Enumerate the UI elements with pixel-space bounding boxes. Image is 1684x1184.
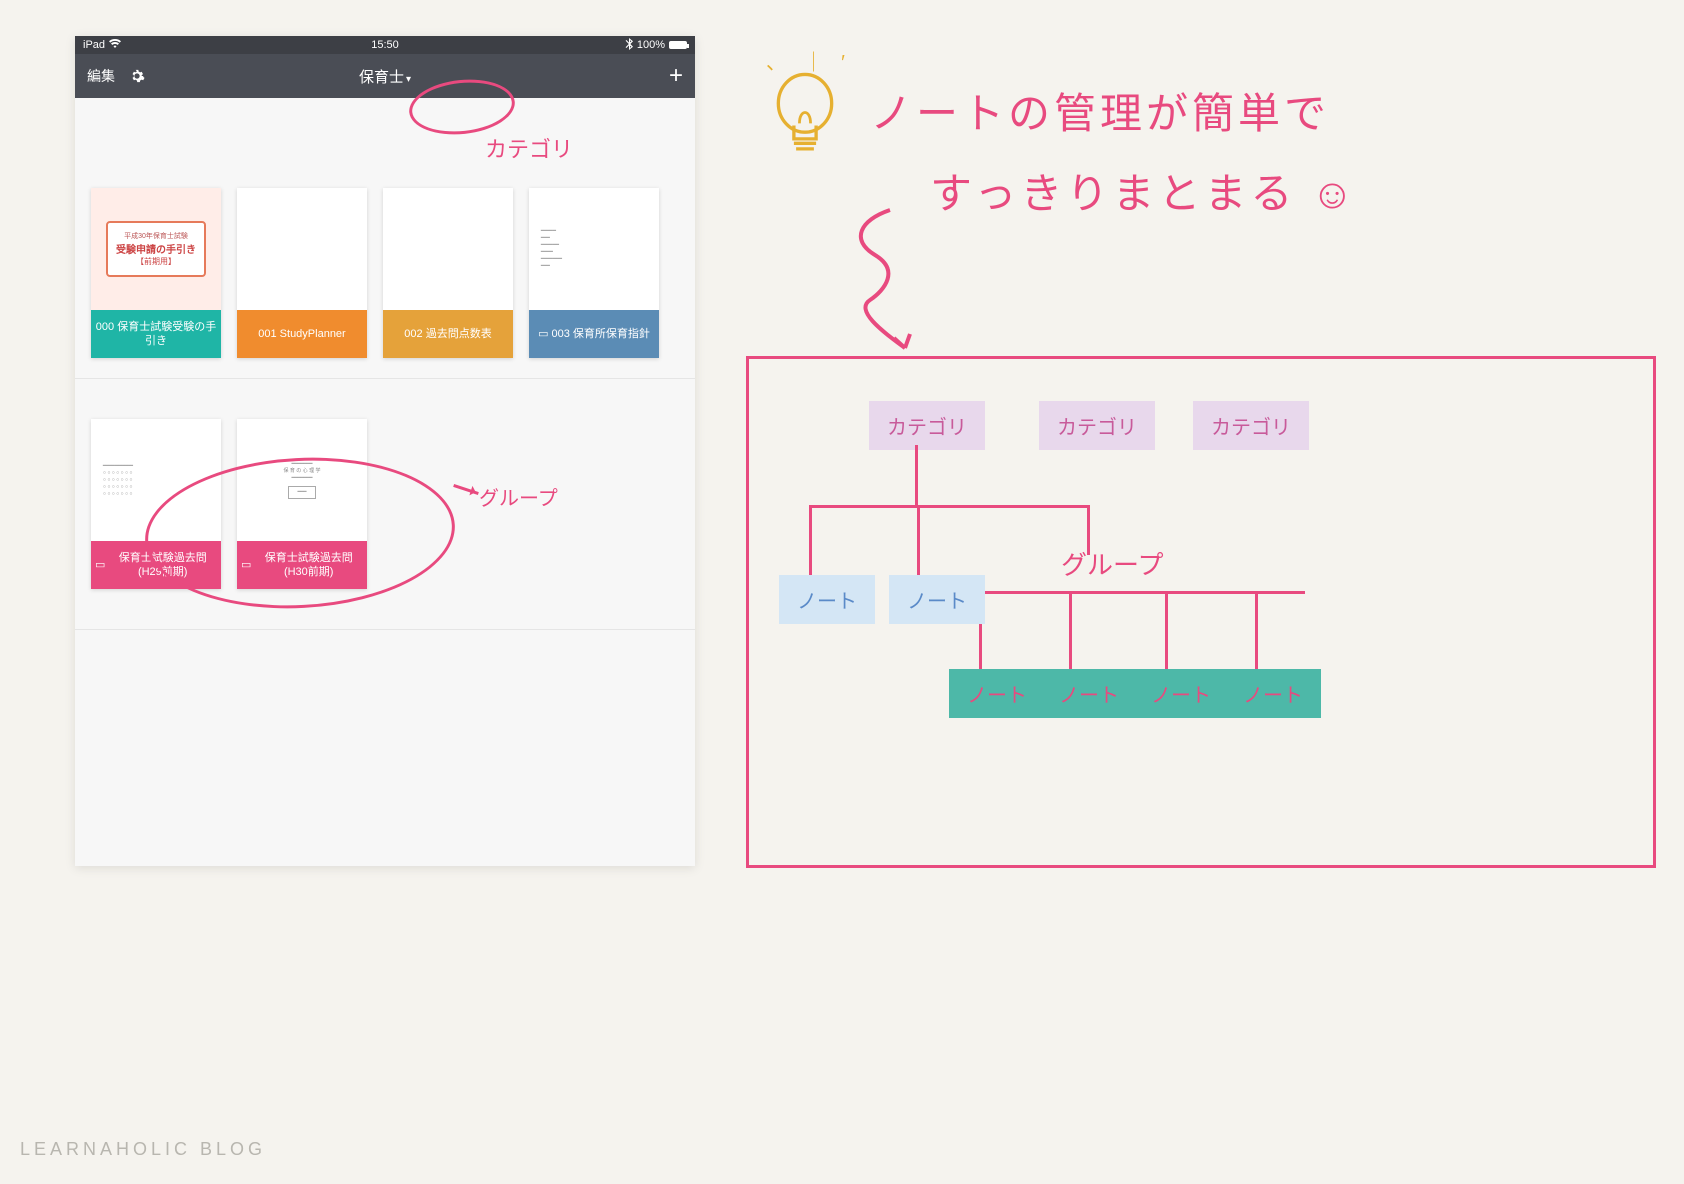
diagram-note-tag: ノート [1133, 669, 1229, 718]
annotation-category-label: カテゴリ [485, 132, 573, 164]
watermark-text: LEARNAHOLIC BLOG [20, 1139, 266, 1160]
note-folder-card[interactable]: ━━━━━━━保 育 の 心 理 学━━━━━━━━━━ ▭保育士試験過去問(H… [237, 419, 367, 589]
diagram-category-tag: カテゴリ [1193, 401, 1309, 450]
annotation-group-label: グループ [479, 482, 558, 511]
diagram-note-tag: ノート [1041, 669, 1137, 718]
edit-button[interactable]: 編集 [87, 66, 115, 86]
category-title: 保育士 [359, 69, 404, 86]
app-toolbar: 編集 保育士▾ + [75, 54, 695, 98]
note-cover: ━━━━━━━━━━━━━━━━━━━━━━━━━━━━ [529, 188, 659, 310]
note-cover: ━━━━━━━保 育 の 心 理 学━━━━━━━━━━ [237, 419, 367, 541]
note-label: 002 過去問点数表 [383, 310, 513, 358]
cover-title: 受験申請の手引き [112, 241, 200, 256]
swirl-arrow-icon [820, 200, 930, 360]
battery-pct: 100% [637, 39, 665, 51]
note-cover [383, 188, 513, 310]
note-card[interactable]: 002 過去問点数表 [383, 188, 513, 358]
bluetooth-icon [625, 38, 633, 53]
wifi-icon [109, 39, 121, 52]
lightbulb-icon [770, 70, 840, 170]
note-label: ▭保育士試験過去問(H29前期) [91, 541, 221, 589]
chevron-down-icon: ▾ [406, 74, 411, 85]
notes-shelf-1: 平成30年保育士試験 受験申請の手引き 【前期用】 000 保育士試験受験の手引… [75, 98, 695, 379]
headline-line1: ノートの管理が簡単で [870, 80, 1330, 141]
note-label: ▭保育士試験過去問(H30前期) [237, 541, 367, 589]
battery-icon [669, 41, 687, 49]
note-card[interactable]: 平成30年保育士試験 受験申請の手引き 【前期用】 000 保育士試験受験の手引… [91, 188, 221, 358]
note-label: 000 保育士試験受験の手引き [91, 310, 221, 358]
notes-shelf-2: ━━━━━━━━━━○ ○ ○ ○ ○ ○ ○○ ○ ○ ○ ○ ○ ○○ ○ … [75, 379, 695, 630]
clock-time: 15:50 [371, 39, 399, 51]
folder-icon: ▭ [538, 327, 548, 341]
note-label: 001 StudyPlanner [237, 310, 367, 358]
diagram-group-label: グループ [1061, 545, 1163, 582]
note-cover: ━━━━━━━━━━○ ○ ○ ○ ○ ○ ○○ ○ ○ ○ ○ ○ ○○ ○ … [91, 419, 221, 541]
diagram-note-tag: ノート [779, 575, 875, 624]
note-label: ▭003 保育所保育指針 [529, 310, 659, 358]
headline-line2: すっきりまとまる ☺ [930, 160, 1358, 221]
note-folder-card[interactable]: ━━━━━━━━━━○ ○ ○ ○ ○ ○ ○○ ○ ○ ○ ○ ○ ○○ ○ … [91, 419, 221, 589]
note-folder-card[interactable]: ━━━━━━━━━━━━━━━━━━━━━━━━━━━━ ▭003 保育所保育指… [529, 188, 659, 358]
diagram-note-tag: ノート [889, 575, 985, 624]
note-cover: 平成30年保育士試験 受験申請の手引き 【前期用】 [91, 188, 221, 310]
hierarchy-diagram: カテゴリ カテゴリ カテゴリ グループ ノート ノート ノート ノート ノート … [746, 356, 1656, 868]
explanation-panel: 、 ｜ ′ ノートの管理が簡単で すっきりまとまる ☺ カテゴリ カテゴリ カテ… [740, 40, 1670, 1100]
device-label: iPad [83, 39, 105, 51]
gear-icon[interactable] [129, 68, 145, 84]
add-button[interactable]: + [669, 62, 683, 90]
diagram-note-tag: ノート [1225, 669, 1321, 718]
folder-icon: ▭ [241, 558, 251, 572]
category-dropdown[interactable]: 保育士▾ [359, 66, 411, 87]
cover-tag: 【前期用】 [112, 256, 200, 267]
status-bar: iPad 15:50 100% [75, 36, 695, 54]
cover-subtitle: 平成30年保育士試験 [112, 231, 200, 241]
diagram-category-tag: カテゴリ [1039, 401, 1155, 450]
note-card[interactable]: 001 StudyPlanner [237, 188, 367, 358]
folder-icon: ▭ [95, 558, 105, 572]
note-cover [237, 188, 367, 310]
diagram-category-tag: カテゴリ [869, 401, 985, 450]
diagram-note-tag: ノート [949, 669, 1045, 718]
ipad-screenshot: iPad 15:50 100% 編集 保育士▾ + カテゴリ [75, 36, 695, 866]
